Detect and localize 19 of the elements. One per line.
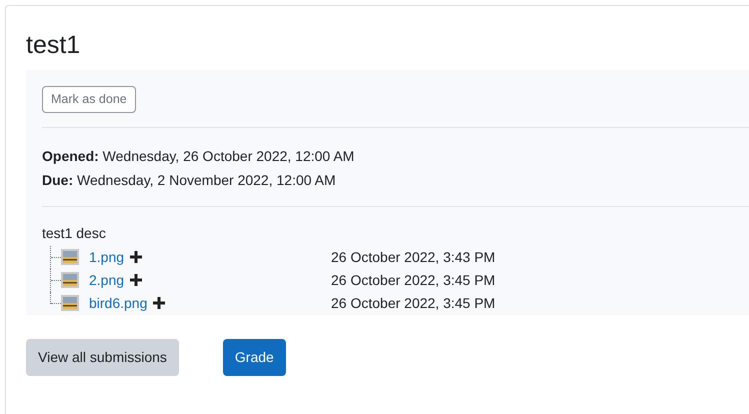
date-line: Due: Wednesday, 2 November 2022, 12:00 AM — [42, 170, 337, 190]
page-title: test1 — [26, 30, 82, 60]
image-file-icon — [61, 272, 79, 288]
file-link[interactable]: 1.png — [89, 246, 124, 268]
file-link[interactable]: bird6.png — [89, 292, 148, 314]
image-file-icon — [61, 295, 79, 312]
image-file-icon — [61, 249, 79, 266]
date-line: Opened: Wednesday, 26 October 2022, 12:00 AM — [42, 146, 356, 166]
plus-icon[interactable] — [130, 251, 142, 264]
file-date: 26 October 2022, 3:43 PM — [331, 248, 496, 267]
mark-as-done-button[interactable]: Mark as done — [42, 86, 136, 113]
file-date: 26 October 2022, 3:45 PM — [331, 294, 496, 313]
description-text: test1 desc — [42, 224, 107, 243]
grade-button[interactable]: Grade — [222, 338, 286, 376]
plus-icon[interactable] — [153, 297, 166, 310]
file-link[interactable]: 2.png — [89, 270, 124, 291]
file-date: 26 October 2022, 3:45 PM — [331, 270, 496, 290]
plus-icon[interactable] — [130, 274, 142, 286]
view-submissions-button[interactable]: View all submissions — [26, 338, 179, 376]
